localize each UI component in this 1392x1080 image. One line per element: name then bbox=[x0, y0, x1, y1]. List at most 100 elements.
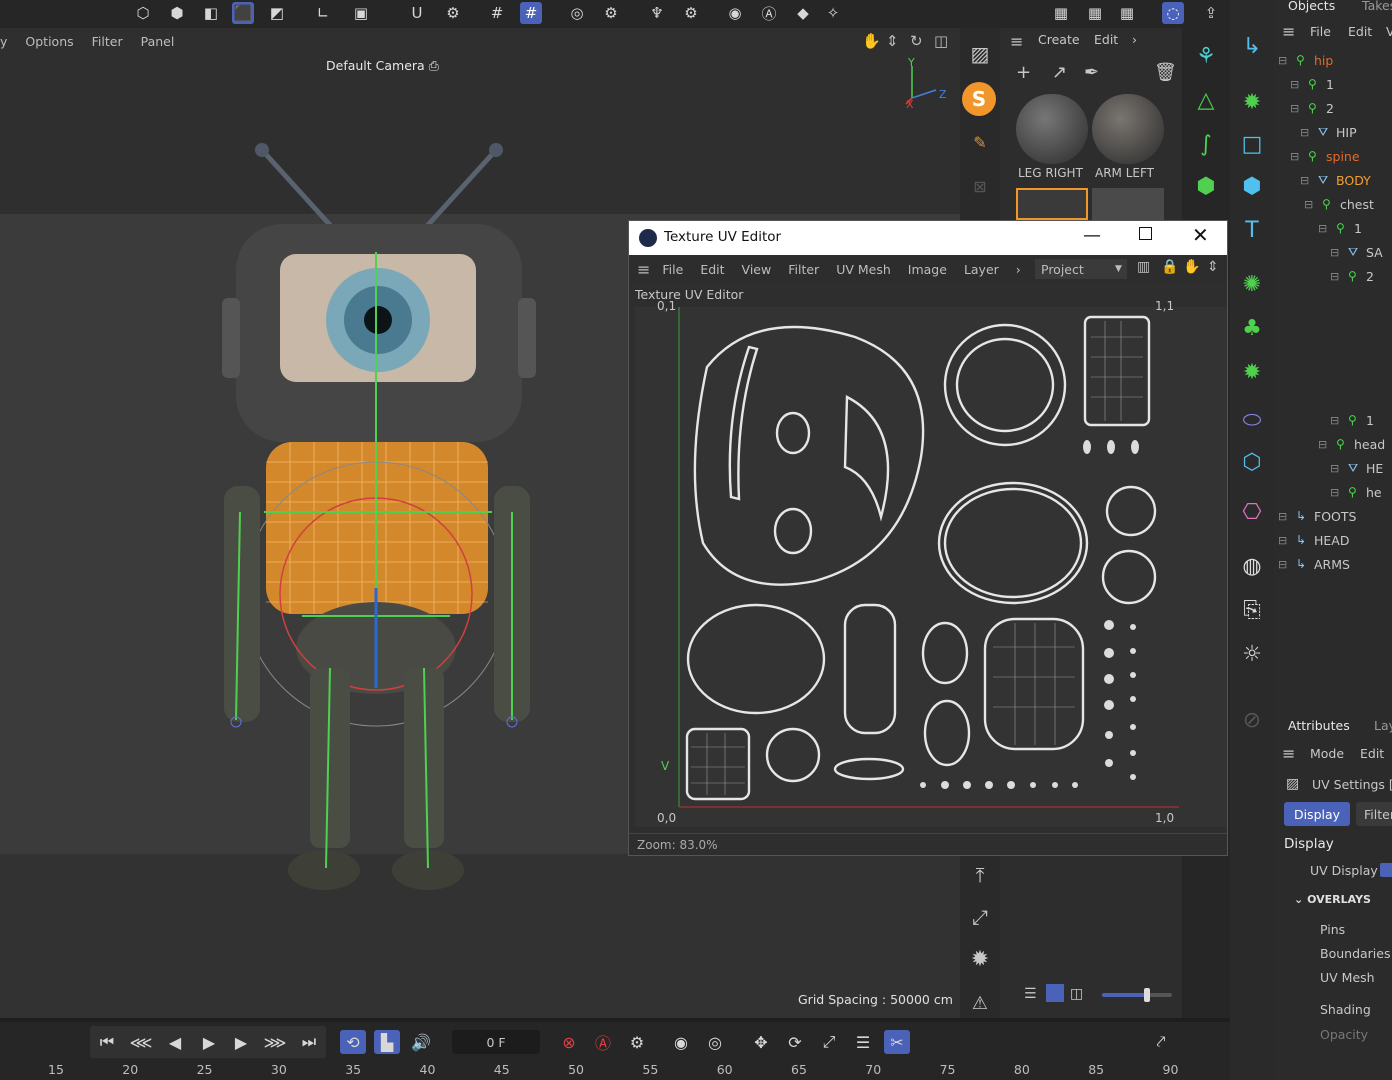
key-scale-icon[interactable]: ⤢ bbox=[816, 1030, 842, 1054]
expand-icon[interactable]: ⊟ bbox=[1290, 78, 1299, 91]
pan-icon[interactable]: ✋ bbox=[1183, 259, 1200, 275]
viewport-menu-filter[interactable]: Filter bbox=[92, 34, 123, 49]
move-view-icon[interactable]: ⇕ bbox=[886, 32, 899, 50]
timeline-mode-icon[interactable]: ▙ bbox=[374, 1030, 400, 1054]
arrow-icon[interactable]: ↗ bbox=[1052, 62, 1067, 83]
floor-icon[interactable]: ⎘ bbox=[1236, 594, 1268, 626]
attribute-a-icon[interactable]: Ⓐ bbox=[758, 2, 780, 24]
object-tree-row[interactable]: ⊟ ⚲ head bbox=[1274, 432, 1392, 456]
gear-tool-icon[interactable]: ✹ bbox=[964, 944, 996, 974]
object-tree-row[interactable]: ⊟ ⚲ hip bbox=[1274, 48, 1392, 72]
tab-display[interactable]: Display bbox=[1284, 802, 1350, 826]
object-mode-icon[interactable]: ⬡ bbox=[132, 2, 154, 24]
grid-snap-icon[interactable]: # bbox=[486, 2, 508, 24]
spline-icon[interactable]: ∫ bbox=[1190, 128, 1222, 160]
autokey-icon[interactable]: Ⓐ bbox=[590, 1030, 616, 1054]
joint-tool-icon[interactable]: ⤒ bbox=[964, 860, 996, 890]
add-material-icon[interactable]: + bbox=[1016, 62, 1031, 83]
edges-mode-icon[interactable]: ◧ bbox=[200, 2, 222, 24]
mograph-icon[interactable]: ⚘ bbox=[1190, 40, 1222, 72]
object-tree-row[interactable]: ⊟ ⚲ 2 bbox=[1274, 96, 1392, 120]
render-region-icon[interactable]: ◎ bbox=[566, 2, 588, 24]
project-dropdown[interactable]: Project ▼ bbox=[1035, 259, 1127, 279]
previous-key-icon[interactable]: ⋘ bbox=[128, 1030, 154, 1054]
object-tree-row[interactable]: ⊟ ⚲ 1 bbox=[1274, 72, 1392, 96]
expand-icon[interactable]: ⊟ bbox=[1290, 150, 1299, 163]
paint-icon[interactable]: ✎ bbox=[964, 128, 996, 156]
viewport-menu-panel[interactable]: Panel bbox=[141, 34, 175, 49]
expand-icon[interactable]: ⊟ bbox=[1278, 558, 1287, 571]
attributes-menu-icon[interactable]: ≡ bbox=[1282, 744, 1295, 763]
expand-icon[interactable]: ⊟ bbox=[1278, 534, 1287, 547]
object-tree-row[interactable]: ⊟ ⚲ 1 bbox=[1274, 216, 1392, 240]
export-icon[interactable]: ⇪ bbox=[1200, 2, 1222, 24]
uv-editor-titlebar[interactable]: Texture UV Editor — ✕ bbox=[629, 221, 1227, 255]
uv-menu-icon[interactable]: ≡ bbox=[637, 260, 650, 279]
tab-layers[interactable]: Lay bbox=[1374, 718, 1392, 733]
material-swatch[interactable] bbox=[1016, 94, 1088, 164]
object-tree-row[interactable]: ⊟ ↳ HEAD bbox=[1274, 528, 1392, 552]
uv-mode-icon[interactable]: ◩ bbox=[266, 2, 288, 24]
uv-menu-view[interactable]: View bbox=[742, 262, 772, 277]
key-param-icon[interactable]: ☰ bbox=[850, 1030, 876, 1054]
attributes-menu-edit[interactable]: Edit bbox=[1360, 746, 1384, 761]
cube-icon[interactable]: ◆ bbox=[792, 2, 814, 24]
text-icon[interactable]: T bbox=[1236, 214, 1268, 246]
tab-filter[interactable]: Filter bbox=[1356, 802, 1392, 826]
attributes-menu-mode[interactable]: Mode bbox=[1310, 746, 1344, 761]
overlay-shading[interactable]: Shading bbox=[1320, 1002, 1371, 1017]
picture-viewer-icon[interactable]: ▨ bbox=[964, 38, 996, 70]
uv-menu-edit[interactable]: Edit bbox=[700, 262, 724, 277]
material-menu-icon[interactable]: ≡ bbox=[1010, 32, 1023, 51]
keyframe-lock-icon[interactable]: ◉ bbox=[668, 1030, 694, 1054]
step-forward-icon[interactable]: ▶ bbox=[228, 1030, 254, 1054]
render-picture-icon[interactable]: ▦ bbox=[1084, 2, 1106, 24]
substance-icon[interactable]: S bbox=[962, 82, 996, 116]
cube-primitive-icon[interactable]: ⬢ bbox=[1236, 170, 1268, 202]
expand-icon[interactable]: ⊟ bbox=[1318, 222, 1327, 235]
maximize-view-icon[interactable]: ◫ bbox=[934, 32, 948, 50]
points-mode-icon[interactable]: ⬢ bbox=[166, 2, 188, 24]
overlay-opacity[interactable]: Opacity bbox=[1320, 1027, 1368, 1042]
expand-icon[interactable]: ⊟ bbox=[1290, 102, 1299, 115]
settings-icon[interactable]: ⚙ bbox=[442, 2, 464, 24]
objects-menu-edit[interactable]: Edit bbox=[1348, 24, 1372, 39]
camera-object-icon[interactable]: ⬡ bbox=[1236, 446, 1268, 478]
effector-icon[interactable]: ✺ bbox=[1236, 268, 1268, 300]
magnet-icon[interactable]: U bbox=[406, 2, 428, 24]
large-view-icon[interactable]: ◫ bbox=[1070, 986, 1083, 1002]
character-settings-icon[interactable]: ⚙ bbox=[680, 2, 702, 24]
character-icon[interactable]: ♆ bbox=[646, 2, 668, 24]
maximize-icon[interactable] bbox=[1139, 227, 1152, 240]
material-swatch-selected[interactable] bbox=[1016, 188, 1088, 220]
grid-view-icon[interactable] bbox=[1046, 984, 1064, 1002]
uv-canvas[interactable]: 0,1 1,1 0,0 1,0 V bbox=[635, 299, 1227, 827]
expand-icon[interactable]: ⊟ bbox=[1278, 510, 1287, 523]
deformer-icon[interactable]: ⬭ bbox=[1236, 404, 1268, 436]
mesh-tool-icon[interactable]: ⚠ bbox=[964, 988, 996, 1018]
chevron-right-icon[interactable]: › bbox=[1016, 262, 1021, 277]
object-tree-row[interactable]: ⊟ ⚲ 2 bbox=[1274, 264, 1392, 288]
trash-icon[interactable]: 🗑 bbox=[1154, 62, 1177, 83]
cube-object-icon[interactable]: ⬢ bbox=[1190, 170, 1222, 202]
minimize-icon[interactable]: — bbox=[1083, 225, 1101, 246]
uv-display-checkbox[interactable] bbox=[1380, 863, 1392, 877]
plane-icon[interactable]: □ bbox=[1236, 128, 1268, 160]
scene-icon[interactable]: ⎔ bbox=[1236, 496, 1268, 528]
enable-axis-icon[interactable]: ▣ bbox=[350, 2, 372, 24]
chevron-right-icon[interactable]: › bbox=[1132, 32, 1137, 47]
zoom-slider[interactable] bbox=[1102, 988, 1172, 1002]
lock-icon[interactable]: 🔒 bbox=[1161, 259, 1178, 275]
uv-menu-image[interactable]: Image bbox=[908, 262, 947, 277]
step-back-icon[interactable]: ◀ bbox=[162, 1030, 188, 1054]
pan-icon[interactable]: ✋ bbox=[862, 32, 881, 50]
object-tree-row[interactable]: ⊟ ↳ FOOTS bbox=[1274, 504, 1392, 528]
object-tree-row[interactable]: ⊟ ⚲ 1 bbox=[1274, 408, 1392, 432]
next-key-icon[interactable]: ⋙ bbox=[262, 1030, 288, 1054]
histogram-icon[interactable]: ▥ bbox=[1137, 259, 1150, 275]
sky-icon[interactable]: ◍ bbox=[1236, 550, 1268, 582]
expand-icon[interactable]: ⊟ bbox=[1330, 270, 1339, 283]
frame-field[interactable]: 0 F bbox=[452, 1030, 540, 1054]
fcurve-icon[interactable]: ⤤ bbox=[1148, 1030, 1174, 1054]
objects-menu-file[interactable]: File bbox=[1310, 24, 1331, 39]
